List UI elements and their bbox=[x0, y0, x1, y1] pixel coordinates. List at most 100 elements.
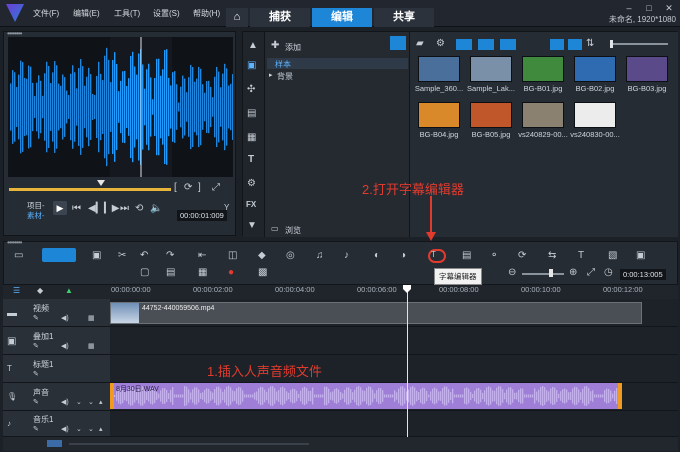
end-icon[interactable]: ⏭ bbox=[120, 203, 129, 214]
motion-path-icon[interactable]: ◎ bbox=[286, 250, 295, 261]
library-thumbnail[interactable] bbox=[574, 102, 616, 128]
scrubber-handle-icon[interactable] bbox=[97, 180, 105, 186]
library-thumbnail[interactable] bbox=[470, 56, 512, 82]
collapse-up-icon[interactable]: ▲ bbox=[248, 40, 258, 51]
mute-icon[interactable]: ◀) bbox=[61, 425, 69, 433]
timeline-ruler[interactable]: 00:00:00:00 00:00:02:00 00:00:04:00 00:00:0… bbox=[110, 285, 678, 299]
split-screen-icon[interactable]: ▤ bbox=[462, 250, 471, 261]
edit-icon[interactable]: ✎ bbox=[33, 370, 39, 378]
menu-file[interactable]: 文件(F) bbox=[33, 8, 59, 19]
tab-share[interactable]: 共享 bbox=[374, 8, 434, 27]
3d-title-icon[interactable]: ⇆ bbox=[548, 250, 556, 261]
storyboard-view-icon[interactable]: ▭ bbox=[14, 250, 23, 261]
browse-icon[interactable]: ▭ bbox=[271, 224, 279, 233]
library-thumbnail[interactable] bbox=[626, 56, 668, 82]
settings-icon[interactable]: ⚙ bbox=[436, 38, 445, 49]
mute-icon[interactable]: ◀) bbox=[61, 314, 69, 322]
horizontal-scrollbar[interactable] bbox=[69, 443, 309, 445]
video-clip[interactable]: 44752-440059506.mp4 bbox=[110, 302, 642, 324]
auto-music-icon[interactable]: ♪ bbox=[344, 250, 349, 261]
library-thumbnail[interactable] bbox=[574, 56, 616, 82]
mute-icon[interactable]: ◀) bbox=[61, 342, 69, 350]
fit-icon[interactable]: ⤢ bbox=[587, 267, 595, 278]
tool-icon[interactable]: ▣ bbox=[636, 250, 645, 261]
multiplex-icon[interactable]: ⟳ bbox=[518, 250, 526, 261]
title-icon[interactable]: T bbox=[248, 154, 254, 165]
volume-icon[interactable]: 🔈 bbox=[150, 203, 162, 214]
repeat-icon[interactable]: ⟲ bbox=[135, 203, 143, 214]
edit-icon[interactable]: ✎ bbox=[33, 342, 39, 350]
filter-video-icon[interactable] bbox=[456, 39, 472, 50]
thumb-size-slider[interactable] bbox=[610, 43, 668, 45]
edit-icon[interactable]: ✎ bbox=[33, 314, 39, 322]
zoom-in-icon[interactable]: ⊕ bbox=[569, 267, 577, 278]
redo-icon[interactable]: ↷ bbox=[166, 250, 174, 261]
timeline-view-button[interactable] bbox=[42, 248, 76, 262]
ripple-icon[interactable]: ⌄ bbox=[88, 398, 94, 406]
sound-mixer-icon[interactable]: ♫ bbox=[316, 250, 324, 261]
home-icon[interactable]: ⏮ bbox=[72, 203, 81, 214]
library-thumbnail[interactable] bbox=[418, 102, 460, 128]
chapter-icon[interactable]: ◆ bbox=[37, 286, 43, 295]
split-icon[interactable]: ⟳ bbox=[184, 182, 192, 193]
list-view-icon[interactable] bbox=[550, 39, 564, 50]
close-icon[interactable]: ✕ bbox=[663, 3, 675, 13]
up-icon[interactable]: ▴ bbox=[99, 425, 103, 433]
undo-icon[interactable]: ↶ bbox=[140, 250, 148, 261]
edit-icon[interactable]: ✎ bbox=[33, 425, 39, 433]
track-lane-music[interactable] bbox=[110, 411, 678, 437]
zoom-handle[interactable] bbox=[549, 269, 553, 277]
library-thumbnail[interactable] bbox=[522, 102, 564, 128]
next-frame-icon[interactable]: ▎▶ bbox=[104, 203, 119, 214]
expand-arrow-icon[interactable]: ▸ bbox=[269, 71, 273, 79]
smart-trim-icon[interactable]: ⇤ bbox=[198, 250, 206, 261]
expand-icon[interactable]: ⌄ bbox=[76, 425, 82, 433]
track-motion-icon[interactable]: ◆ bbox=[258, 250, 266, 261]
mark-out-icon[interactable]: ] bbox=[198, 182, 201, 193]
resize-icon[interactable]: Y bbox=[224, 203, 229, 212]
add-folder-button[interactable]: 添加 bbox=[285, 42, 301, 53]
speed-remap-icon[interactable]: ▧ bbox=[608, 250, 617, 261]
tree-options-icon[interactable] bbox=[390, 36, 406, 50]
track-manager-icon[interactable]: ☰ bbox=[13, 286, 20, 295]
track-zoom-icon[interactable] bbox=[47, 440, 62, 447]
library-thumbnail[interactable] bbox=[418, 56, 460, 82]
edit-icon[interactable]: ✎ bbox=[33, 398, 39, 406]
mute-icon[interactable]: ◀) bbox=[61, 398, 69, 406]
record-icon[interactable]: ● bbox=[228, 267, 234, 278]
ripple-icon[interactable]: ▦ bbox=[88, 342, 95, 350]
add-marker-icon[interactable]: ▲ bbox=[65, 286, 73, 295]
menu-settings[interactable]: 设置(S) bbox=[153, 8, 180, 19]
subtitle-editor-icon[interactable]: T bbox=[431, 250, 436, 259]
multicam-icon[interactable]: ◑ bbox=[400, 250, 406, 261]
tree-item-background[interactable]: 背景 bbox=[277, 71, 293, 82]
transition-icon[interactable]: ✣ bbox=[247, 84, 255, 95]
trim-bar[interactable] bbox=[9, 188, 171, 191]
zoom-out-icon[interactable]: ⊖ bbox=[508, 267, 516, 278]
tree-item-sample[interactable]: 样本 bbox=[267, 58, 408, 69]
play-button[interactable]: ▶ bbox=[53, 201, 67, 215]
batch-convert-icon[interactable]: ▣ bbox=[92, 250, 101, 261]
grid-view-icon[interactable] bbox=[568, 39, 582, 50]
library-thumbnail[interactable] bbox=[522, 56, 564, 82]
graphic-icon[interactable]: ▤ bbox=[247, 108, 256, 119]
mark-in-icon[interactable]: [ bbox=[174, 182, 177, 193]
duplicate-icon[interactable]: ▢ bbox=[140, 267, 149, 278]
instant-project-icon[interactable]: ▦ bbox=[247, 132, 256, 143]
library-thumbnail[interactable] bbox=[470, 102, 512, 128]
add-icon[interactable]: ✚ bbox=[271, 40, 279, 51]
menu-edit[interactable]: 编辑(E) bbox=[73, 8, 100, 19]
minimize-icon[interactable]: – bbox=[623, 3, 635, 13]
ripple-icon[interactable]: ▦ bbox=[88, 314, 95, 322]
sort-icon[interactable]: ⇅ bbox=[586, 38, 594, 49]
home-tab-icon[interactable]: ⌂ bbox=[226, 8, 248, 27]
track-lane-video[interactable]: 44752-440059506.mp4 bbox=[110, 299, 678, 327]
crop-icon[interactable]: ▦ bbox=[198, 267, 207, 278]
playhead-line[interactable] bbox=[407, 285, 408, 437]
audio-clip[interactable]: 8月30日.WAV bbox=[110, 383, 622, 409]
track-lane-title[interactable] bbox=[110, 355, 678, 383]
thumb-size-handle[interactable] bbox=[610, 40, 613, 48]
fx-icon[interactable]: FX bbox=[246, 200, 256, 209]
up-icon[interactable]: ▴ bbox=[99, 398, 103, 406]
folder-icon[interactable]: ▰ bbox=[416, 38, 424, 49]
